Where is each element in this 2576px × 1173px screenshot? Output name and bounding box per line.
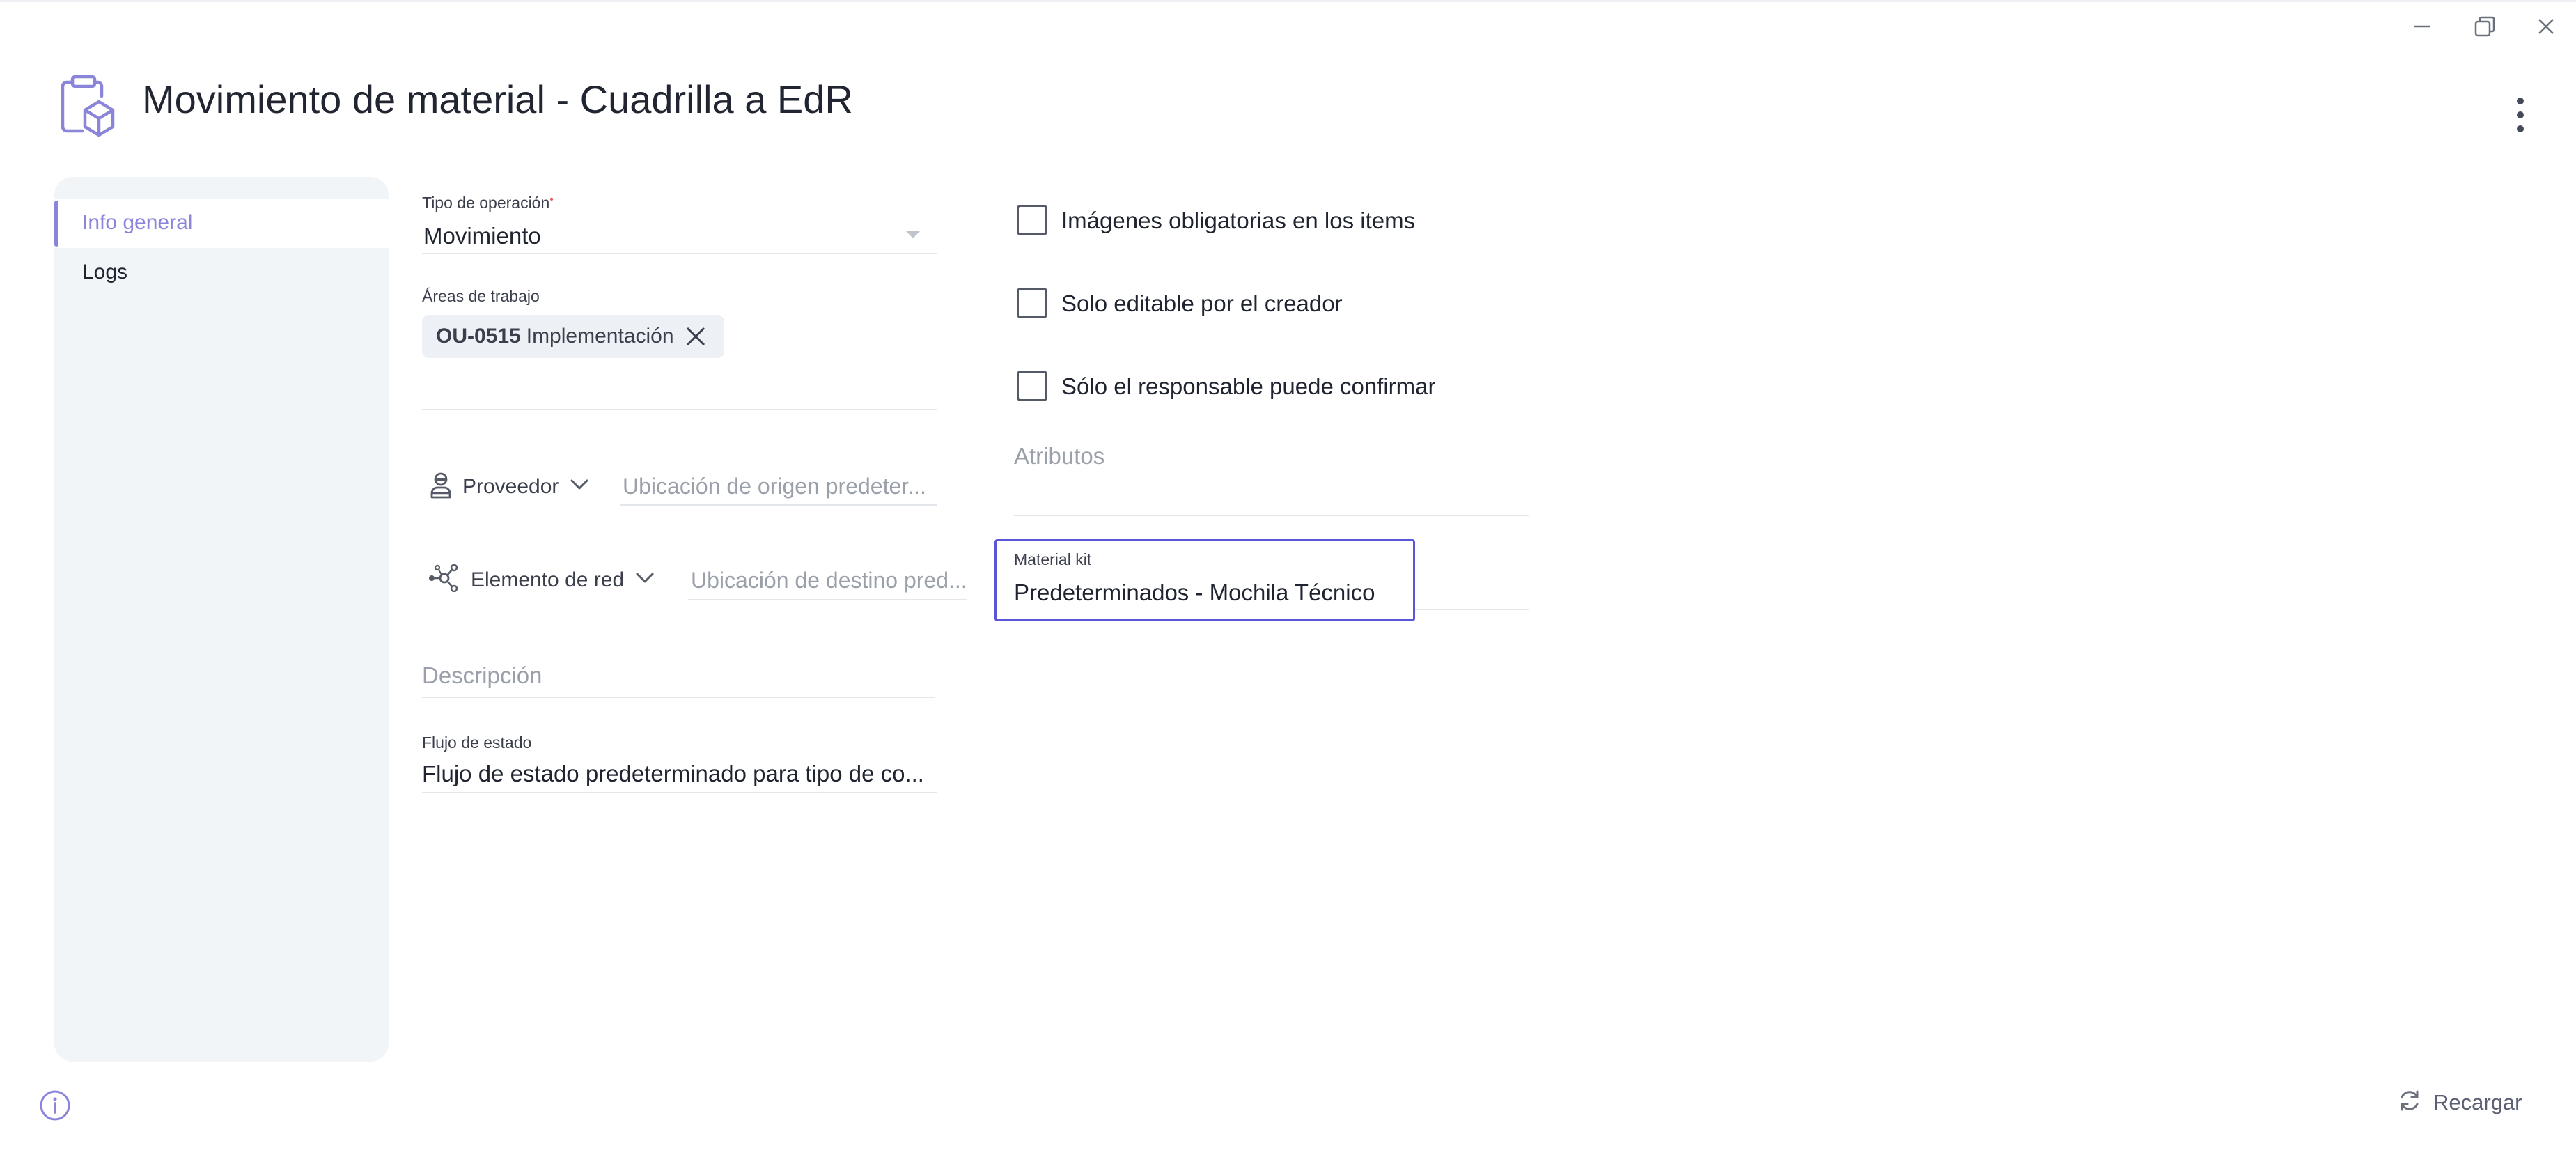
remove-chip-icon[interactable] <box>684 325 708 348</box>
descripcion-input[interactable]: Descripción <box>422 662 542 689</box>
tipo-operacion-value[interactable]: Movimiento <box>423 223 541 249</box>
imagenes-obligatorias-checkbox[interactable] <box>1017 205 1047 235</box>
chevron-down-icon <box>570 479 589 495</box>
supplier-icon <box>429 471 453 502</box>
sidebar <box>54 177 389 1062</box>
tipo-operacion-label: Tipo de operación• <box>422 194 554 212</box>
sidebar-item-logs[interactable]: Logs <box>82 258 127 286</box>
destino-underline <box>688 599 967 600</box>
minimize-icon[interactable] <box>2408 13 2436 40</box>
sidebar-item-info-general[interactable]: Info general <box>82 209 192 237</box>
solo-responsable-checkbox[interactable] <box>1017 371 1047 401</box>
areas-trabajo-underline <box>422 409 937 410</box>
network-element-icon <box>428 564 461 596</box>
restore-icon[interactable] <box>2471 13 2499 40</box>
kebab-menu-icon[interactable] <box>2507 98 2534 132</box>
areas-trabajo-label: Áreas de trabajo <box>422 287 540 305</box>
area-chip: OU-0515 Implementación <box>422 315 724 358</box>
origen-location-input[interactable]: Ubicación de origen predeter... <box>623 474 926 499</box>
imagenes-obligatorias-label: Imágenes obligatorias en los items <box>1061 208 1416 233</box>
material-kit-value[interactable]: Predeterminados - Mochila Técnico <box>1014 580 1375 606</box>
destino-type-select[interactable]: Elemento de red <box>428 564 655 596</box>
area-chip-code: OU-0515 <box>436 325 521 348</box>
flujo-estado-underline <box>422 792 937 793</box>
tipo-operacion-underline <box>422 253 937 254</box>
solo-responsable-label: Sólo el responsable puede confirmar <box>1061 373 1436 399</box>
refresh-icon <box>2397 1088 2422 1117</box>
origen-type-label: Proveedor <box>462 474 559 498</box>
material-kit-label: Material kit <box>1014 550 1092 568</box>
flujo-estado-label: Flujo de estado <box>422 733 532 752</box>
required-mark: • <box>549 194 554 205</box>
solo-editable-label: Solo editable por el creador <box>1061 290 1343 316</box>
reload-label: Recargar <box>2433 1089 2522 1114</box>
atributos-input[interactable]: Atributos <box>1014 443 1104 469</box>
origen-underline <box>620 504 937 506</box>
destino-location-input[interactable]: Ubicación de destino pred... <box>691 568 967 593</box>
tipo-operacion-dropdown-icon[interactable] <box>905 230 921 243</box>
material-kit-underline <box>1415 609 1529 610</box>
area-chip-name: Implementación <box>526 325 674 348</box>
window-top-border <box>0 0 2576 2</box>
package-clipboard-icon <box>52 72 116 137</box>
solo-editable-checkbox[interactable] <box>1017 288 1047 318</box>
destino-type-label: Elemento de red <box>471 568 625 591</box>
reload-button[interactable]: Recargar <box>2397 1088 2522 1117</box>
sidebar-active-indicator <box>54 201 58 247</box>
chevron-down-icon <box>635 572 655 588</box>
atributos-underline <box>1014 515 1529 516</box>
page-title: Movimiento de material - Cuadrilla a EdR <box>142 77 853 121</box>
info-icon[interactable] <box>39 1089 71 1121</box>
descripcion-underline <box>422 697 935 698</box>
origen-type-select[interactable]: Proveedor <box>429 471 589 502</box>
flujo-estado-value[interactable]: Flujo de estado predeterminado para tipo… <box>422 761 924 787</box>
close-icon[interactable] <box>2532 13 2560 40</box>
